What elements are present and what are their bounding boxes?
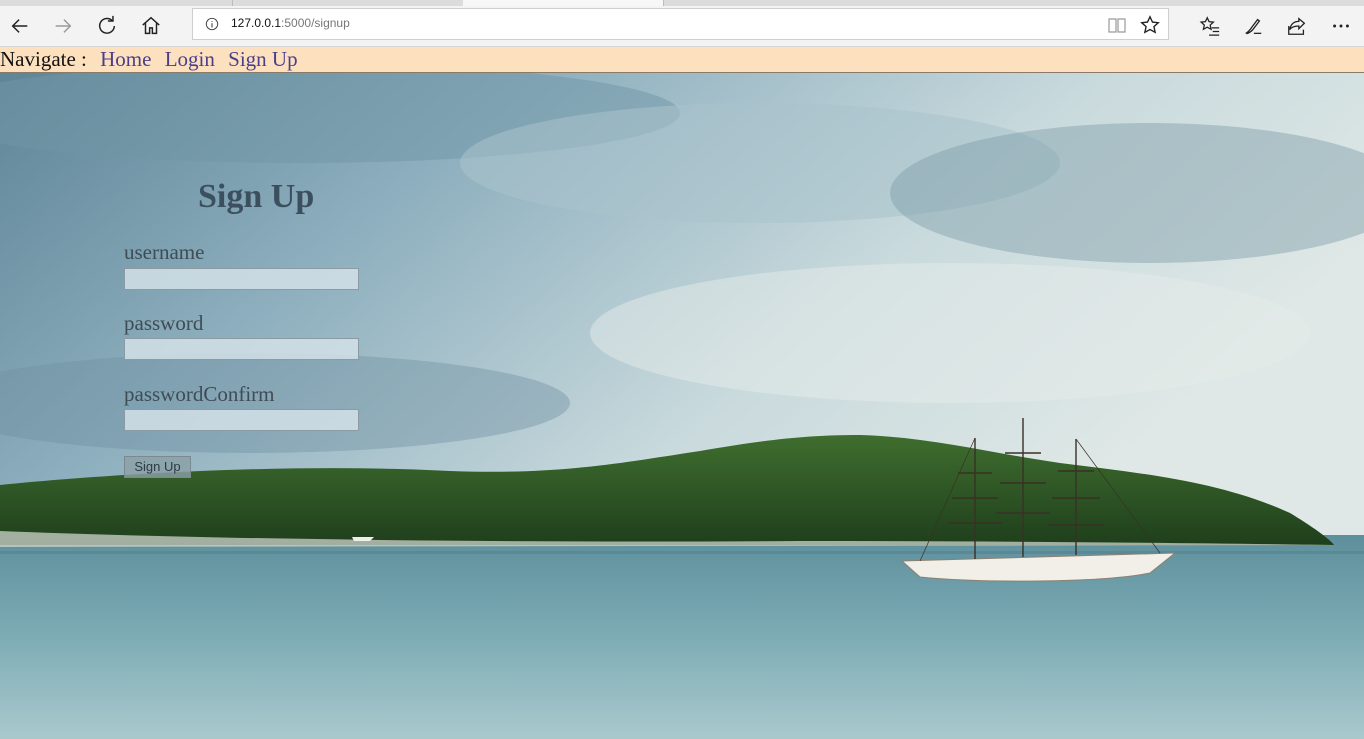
- back-icon: [11, 19, 28, 33]
- share-button[interactable]: [1280, 9, 1314, 43]
- browser-toolbar: 127.0.0.1:5000/signup: [0, 6, 1364, 47]
- more-button[interactable]: [1324, 9, 1358, 43]
- password-label: password: [124, 311, 204, 335]
- reading-view-icon[interactable]: [1107, 15, 1127, 35]
- username-label: username: [124, 240, 205, 264]
- navigation-bar: Navigate : Home Login Sign Up: [0, 47, 1364, 73]
- home-button[interactable]: [134, 9, 168, 43]
- address-bar[interactable]: 127.0.0.1:5000/signup: [192, 8, 1169, 40]
- nav-link-login[interactable]: Login: [165, 47, 215, 71]
- favorites-list-icon: [1199, 16, 1220, 36]
- more-icon: [1333, 24, 1349, 28]
- password-input[interactable]: [124, 338, 359, 360]
- favorites-button[interactable]: [1193, 9, 1227, 43]
- url-text[interactable]: 127.0.0.1:5000/signup: [231, 16, 350, 30]
- password-confirm-label: passwordConfirm: [124, 382, 275, 406]
- back-button[interactable]: [3, 9, 37, 43]
- page-title: Sign Up: [198, 178, 315, 215]
- signup-submit-button[interactable]: Sign Up: [124, 456, 191, 478]
- navigate-label: Navigate :: [0, 47, 87, 71]
- password-confirm-input[interactable]: [124, 409, 359, 431]
- share-icon: [1288, 17, 1306, 35]
- info-icon[interactable]: [205, 17, 219, 31]
- pen-icon: [1245, 18, 1262, 35]
- notes-button[interactable]: [1236, 9, 1270, 43]
- forward-icon: [55, 19, 72, 33]
- favorite-star-icon[interactable]: [1139, 14, 1161, 36]
- username-input[interactable]: [124, 268, 359, 290]
- forward-button[interactable]: [46, 9, 80, 43]
- refresh-button[interactable]: [90, 9, 124, 43]
- nav-link-signup[interactable]: Sign Up: [228, 47, 297, 71]
- refresh-icon: [98, 15, 116, 34]
- home-icon: [142, 16, 160, 35]
- nav-link-home[interactable]: Home: [100, 47, 151, 71]
